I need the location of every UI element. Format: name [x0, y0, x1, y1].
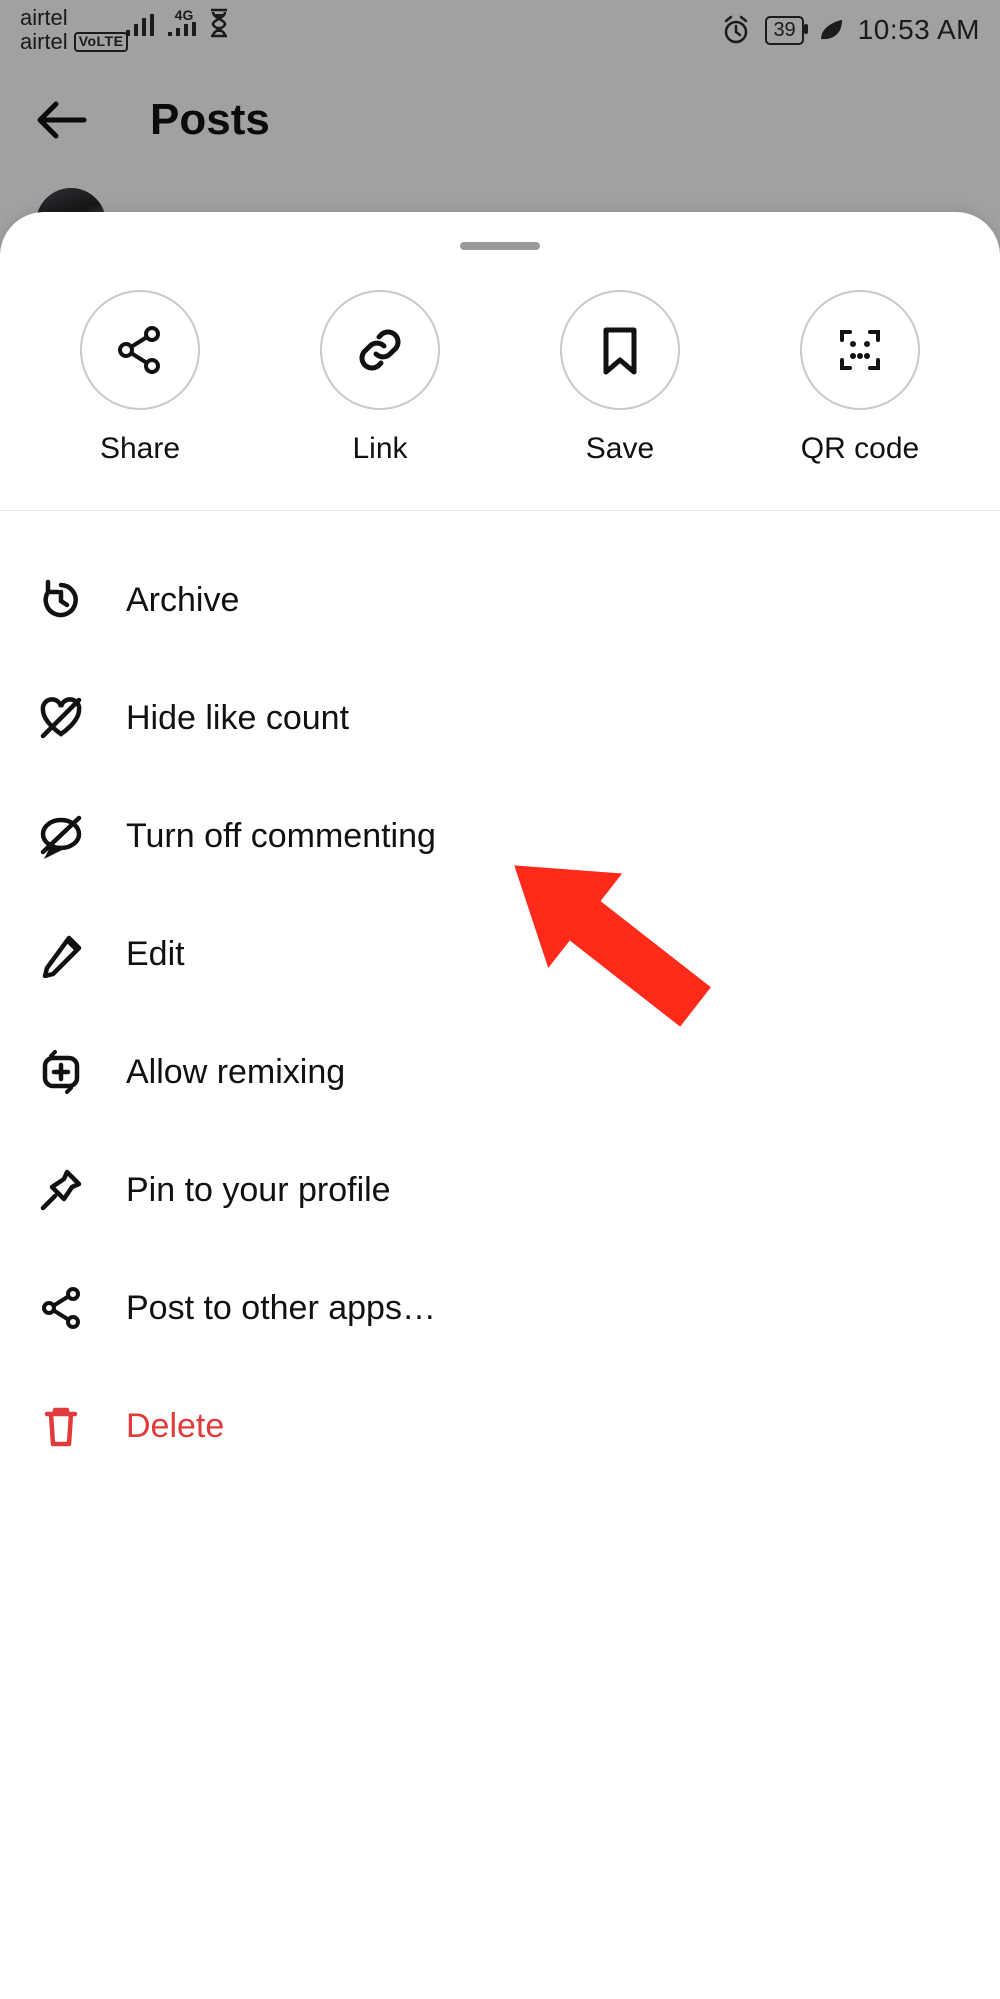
- menu-list: Archive Hide like count Turn off comment…: [0, 511, 1000, 1525]
- qr-label: QR code: [801, 432, 919, 466]
- hide-likes-label: Hide like count: [126, 699, 349, 738]
- remix-icon: [37, 1048, 85, 1096]
- hide-likes-item[interactable]: Hide like count: [36, 659, 964, 777]
- quick-actions-row: Share Link Save QR code: [0, 250, 1000, 511]
- qr-action[interactable]: QR code: [800, 290, 920, 466]
- archive-label: Archive: [126, 581, 239, 620]
- edit-label: Edit: [126, 935, 185, 974]
- link-icon: [352, 322, 408, 378]
- share-action[interactable]: Share: [80, 290, 200, 466]
- archive-item[interactable]: Archive: [36, 541, 964, 659]
- post-other-apps-label: Post to other apps…: [126, 1289, 436, 1328]
- save-label: Save: [586, 432, 654, 466]
- turn-off-commenting-item[interactable]: Turn off commenting: [36, 777, 964, 895]
- pencil-icon: [37, 930, 85, 978]
- link-label: Link: [352, 432, 407, 466]
- save-action[interactable]: Save: [560, 290, 680, 466]
- comment-off-icon: [37, 812, 85, 860]
- pin-profile-item[interactable]: Pin to your profile: [36, 1131, 964, 1249]
- bookmark-icon: [592, 322, 648, 378]
- delete-label: Delete: [126, 1407, 224, 1446]
- pin-profile-label: Pin to your profile: [126, 1171, 391, 1210]
- edit-item[interactable]: Edit: [36, 895, 964, 1013]
- share-nodes-icon: [37, 1284, 85, 1332]
- archive-icon: [37, 576, 85, 624]
- trash-icon: [37, 1402, 85, 1450]
- qr-code-icon: [832, 322, 888, 378]
- delete-item[interactable]: Delete: [36, 1367, 964, 1485]
- allow-remixing-item[interactable]: Allow remixing: [36, 1013, 964, 1131]
- bottom-sheet: Share Link Save QR code Archive Hide lik…: [0, 212, 1000, 1999]
- post-other-apps-item[interactable]: Post to other apps…: [36, 1249, 964, 1367]
- allow-remixing-label: Allow remixing: [126, 1053, 345, 1092]
- share-label: Share: [100, 432, 180, 466]
- pin-icon: [37, 1166, 85, 1214]
- turn-off-commenting-label: Turn off commenting: [126, 817, 436, 856]
- heart-off-icon: [37, 694, 85, 742]
- share-icon: [112, 322, 168, 378]
- link-action[interactable]: Link: [320, 290, 440, 466]
- sheet-grabber[interactable]: [460, 242, 540, 250]
